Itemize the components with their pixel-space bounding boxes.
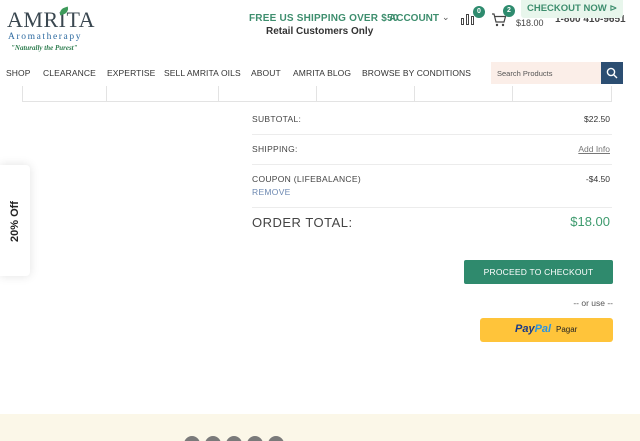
cart-table-bottom xyxy=(22,86,612,102)
add-shipping-info-link[interactable]: Add Info xyxy=(578,144,610,154)
subtotal-label: SUBTOTAL: xyxy=(252,114,302,124)
nav-item-clearance[interactable]: CLEARANCE xyxy=(43,68,96,78)
logo-subtitle: Aromatherapy xyxy=(8,32,83,42)
cart-count-badge: 2 xyxy=(503,5,515,17)
divider xyxy=(252,164,612,165)
compare-count-badge: 0 xyxy=(473,6,485,18)
site-footer xyxy=(0,414,640,441)
divider xyxy=(252,134,612,135)
nav-item-shop[interactable]: SHOP xyxy=(6,68,31,78)
account-menu[interactable]: ACCOUNT xyxy=(389,13,439,24)
chevron-down-icon[interactable]: ⌄ xyxy=(442,12,450,23)
search-button[interactable] xyxy=(601,62,623,84)
nav-item-sell-amrita-oils[interactable]: SELL AMRITA OILS xyxy=(164,68,241,78)
search-input[interactable] xyxy=(491,62,601,84)
nav-item-browse-by-conditions[interactable]: BROWSE BY CONDITIONS xyxy=(362,68,471,78)
discount-side-tab-label[interactable]: 20% Off xyxy=(9,201,21,242)
nav-item-amrita-blog[interactable]: AMRITA BLOG xyxy=(293,68,351,78)
or-use-text: -- or use -- xyxy=(573,298,613,308)
shipping-promo: FREE US SHIPPING OVER $50 xyxy=(249,13,399,24)
nav-item-about[interactable]: ABOUT xyxy=(251,68,281,78)
coupon-label: COUPON (LIFEBALANCE) xyxy=(252,174,361,184)
search-icon xyxy=(606,67,618,79)
divider xyxy=(252,207,612,208)
site-header: AMRITA Aromatherapy "Naturally the Pures… xyxy=(0,0,640,56)
proceed-to-checkout-button[interactable]: PROCEED TO CHECKOUT xyxy=(464,260,613,284)
logo-wordmark: AMRITA xyxy=(7,7,96,32)
retail-note: Retail Customers Only xyxy=(266,26,374,37)
shipping-label: SHIPPING: xyxy=(252,144,298,154)
coupon-value: -$4.50 xyxy=(585,174,610,184)
amrita-logo[interactable]: AMRITA Aromatherapy "Naturally the Pures… xyxy=(7,6,99,52)
cart-total[interactable]: $18.00 xyxy=(516,18,544,28)
paypal-pagar-label: Pagar xyxy=(556,325,578,334)
logo-tagline: "Naturally the Purest" xyxy=(11,44,78,52)
checkout-now-button[interactable]: CHECKOUT NOW ⊳ xyxy=(521,0,623,18)
paypal-logo: PayPal xyxy=(515,323,552,335)
order-total-label: ORDER TOTAL: xyxy=(252,215,353,230)
paypal-button[interactable]: PayPal Pagar xyxy=(480,318,613,342)
nav-item-expertise[interactable]: EXPERTISE xyxy=(107,68,155,78)
remove-coupon-link[interactable]: REMOVE xyxy=(252,187,291,197)
subtotal-value: $22.50 xyxy=(584,114,610,124)
order-total-value: $18.00 xyxy=(570,214,610,229)
search-box xyxy=(491,62,601,84)
